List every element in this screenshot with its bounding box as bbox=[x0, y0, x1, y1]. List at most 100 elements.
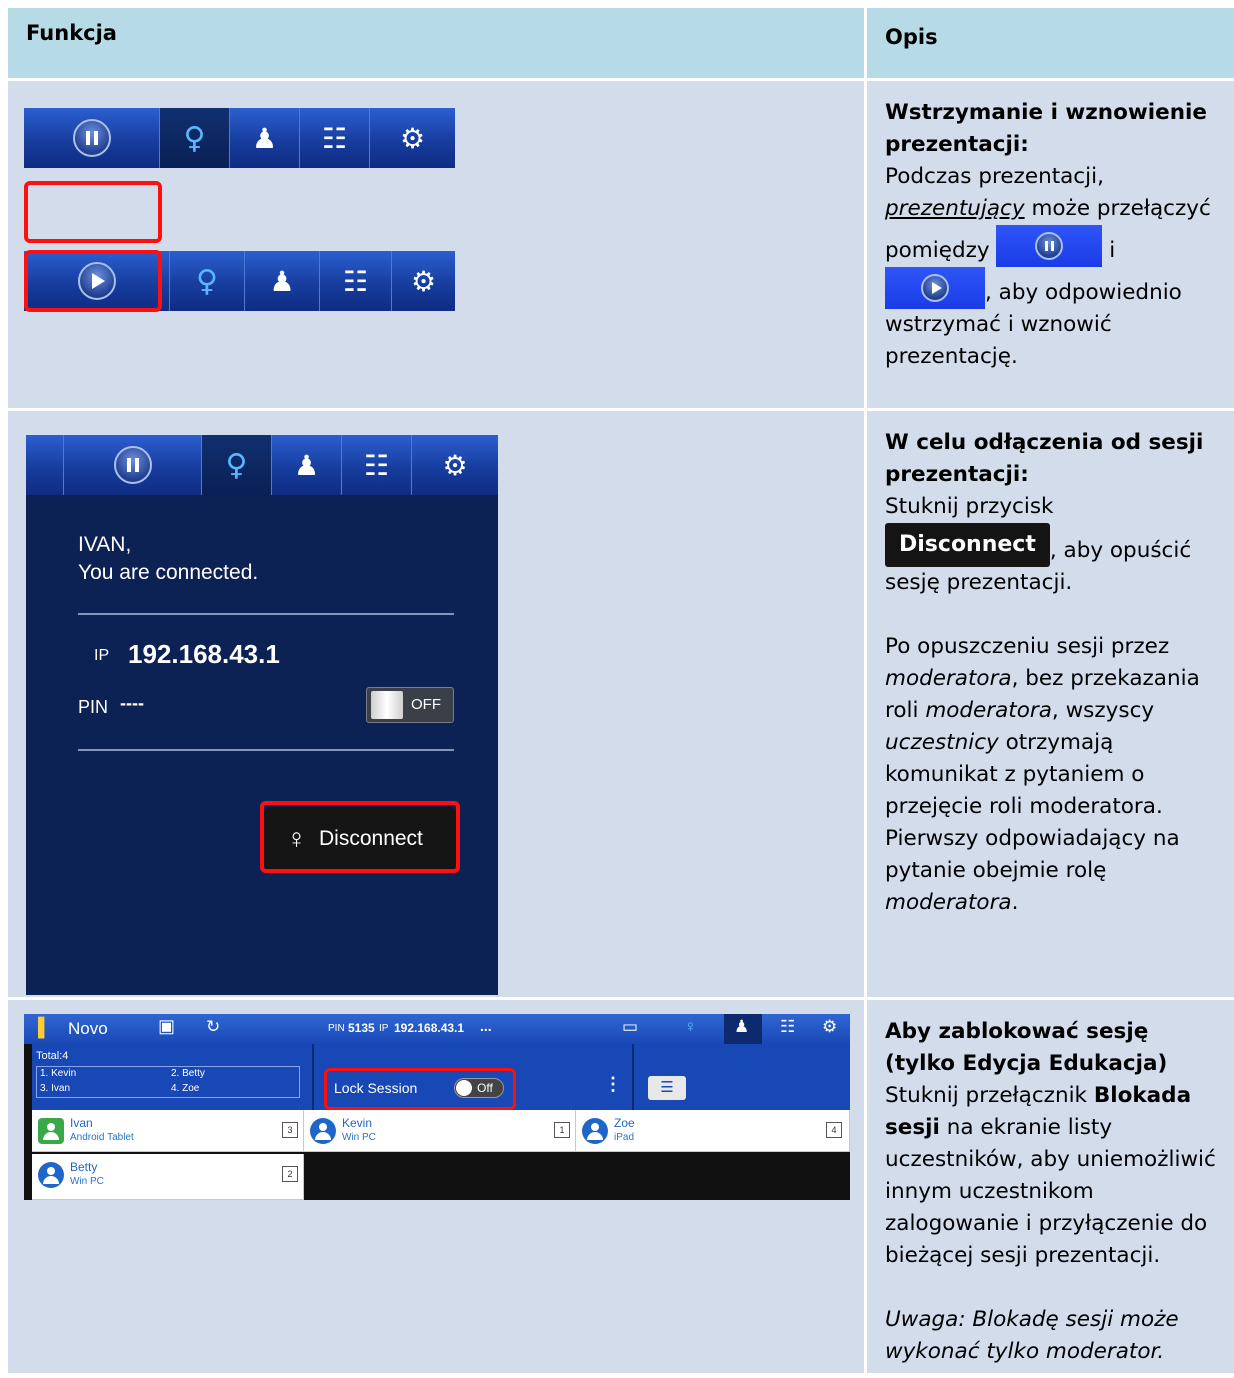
users-icon: ♟ bbox=[251, 121, 278, 155]
refresh-icon[interactable]: ↻ bbox=[206, 1017, 220, 1037]
presentation-slot-icon[interactable]: 2 bbox=[282, 1166, 298, 1182]
ip-value: 192.168.43.1 bbox=[394, 1021, 465, 1035]
ip-label: IP bbox=[94, 647, 110, 664]
connection-panel: ♀ ♟ ☷ ⚙ IVAN, You are connected. IP 192.… bbox=[26, 435, 498, 995]
toggle-knob bbox=[371, 691, 403, 719]
users-icon: ♟ bbox=[269, 264, 295, 298]
p2-a: Po opuszczeniu sesji przez bbox=[885, 634, 1170, 659]
row1-text-b: prezentujący bbox=[885, 196, 1025, 221]
inline-disconnect-button: Disconnect bbox=[885, 523, 1050, 567]
link-icon: ♀ bbox=[183, 120, 206, 156]
grid-icon: ☷ bbox=[321, 121, 348, 155]
pin-toggle[interactable]: OFF bbox=[366, 687, 454, 723]
total-count: Total:4 bbox=[36, 1050, 69, 1062]
pause-button[interactable] bbox=[24, 108, 160, 168]
users-icon: ♟ bbox=[293, 448, 320, 482]
gear-icon: ⚙ bbox=[399, 121, 426, 155]
grid-icon[interactable]: ☷ bbox=[780, 1017, 795, 1037]
settings-tab[interactable]: ⚙ bbox=[370, 108, 455, 168]
participant-row[interactable]: Zoe iPad 4 bbox=[576, 1110, 850, 1152]
pause-icon bbox=[126, 458, 139, 472]
android-avatar-icon bbox=[38, 1118, 64, 1144]
user-avatar-icon bbox=[310, 1118, 336, 1144]
p2-b: moderatora bbox=[885, 666, 1012, 691]
participant-name: Kevin bbox=[342, 1116, 373, 1130]
divider bbox=[632, 1044, 634, 1110]
screen-share-icon[interactable]: ▣ bbox=[158, 1016, 175, 1037]
ip-label: IP bbox=[379, 1023, 389, 1034]
users-tab[interactable]: ♟ bbox=[230, 108, 300, 168]
row3-title: Aby zablokować sesję (tylko Edycja Eduka… bbox=[885, 1019, 1168, 1076]
order-item: 3. Ivan bbox=[40, 1083, 71, 1094]
row2-paragraph: Po opuszczeniu sesji przez moderatora, b… bbox=[885, 631, 1222, 919]
divider bbox=[78, 749, 454, 751]
users-icon: ♟ bbox=[734, 1017, 750, 1036]
row1-text-d: i bbox=[1102, 238, 1116, 263]
participant-name: Betty bbox=[70, 1160, 98, 1174]
table-row: ▌ Novo ▣ ↻ PIN 5135 IP 192.168.43.1 ... … bbox=[8, 1000, 1234, 1373]
link-icon: ♀ bbox=[196, 263, 218, 299]
presentation-slot-icon[interactable]: 1 bbox=[554, 1122, 570, 1138]
participant-row[interactable]: Kevin Win PC 1 bbox=[304, 1110, 576, 1152]
highlight-lock-session bbox=[324, 1068, 516, 1110]
feature-table: Funkcja Opis ♀ ♟ ☷ ⚙ ♀ ♟ ☷ ⚙ Wstrzymanie… bbox=[8, 8, 1234, 1373]
table-header: Funkcja Opis bbox=[8, 8, 1234, 78]
settings-tab[interactable]: ⚙ bbox=[412, 435, 498, 495]
grid-tab[interactable]: ☷ bbox=[320, 251, 392, 311]
row2-feature-cell: ♀ ♟ ☷ ⚙ IVAN, You are connected. IP 192.… bbox=[8, 411, 864, 997]
participant-device: Win PC bbox=[70, 1176, 104, 1187]
participant-device: Win PC bbox=[342, 1132, 376, 1143]
row1-text: Podczas prezentacji, prezentujący może p… bbox=[885, 161, 1222, 373]
display-icon[interactable]: ▭ bbox=[622, 1017, 638, 1037]
kebab-menu-icon[interactable]: ⋮ bbox=[604, 1074, 622, 1095]
user-avatar-icon bbox=[38, 1162, 64, 1188]
pin-label: PIN bbox=[78, 697, 109, 717]
link-icon[interactable]: ♀ bbox=[684, 1017, 697, 1037]
users-tab[interactable]: ♟ bbox=[272, 435, 342, 495]
novo-logo-icon: ▌ bbox=[38, 1017, 51, 1037]
gear-icon[interactable]: ⚙ bbox=[822, 1017, 837, 1037]
row3-text-a: Stuknij przełącznik bbox=[885, 1083, 1094, 1108]
novo-screen: ▌ Novo ▣ ↻ PIN 5135 IP 192.168.43.1 ... … bbox=[24, 1014, 850, 1200]
table-row: ♀ ♟ ☷ ⚙ ♀ ♟ ☷ ⚙ Wstrzymanie i wznowienie… bbox=[8, 81, 1234, 408]
p2-e: , wszyscy bbox=[1051, 698, 1155, 723]
grid-tab[interactable]: ☷ bbox=[300, 108, 370, 168]
row3-text: Stuknij przełącznik Blokada sesji na ekr… bbox=[885, 1080, 1222, 1272]
settings-tab[interactable]: ⚙ bbox=[392, 251, 455, 311]
pause-button[interactable] bbox=[64, 435, 202, 495]
row3-note: Uwaga: Blokadę sesji może wykonać tylko … bbox=[885, 1307, 1179, 1364]
pin-value: ---- bbox=[120, 693, 144, 713]
participant-name: Ivan bbox=[70, 1116, 93, 1130]
users-tab[interactable]: ♟ bbox=[245, 251, 320, 311]
highlight-pause bbox=[24, 181, 162, 243]
participant-row[interactable]: Ivan Android Tablet 3 bbox=[32, 1110, 304, 1152]
link-tab[interactable]: ♀ bbox=[202, 435, 272, 495]
row2-description: W celu odłączenia od sesji prezentacji: … bbox=[867, 411, 1234, 997]
ip-value: 192.168.43.1 bbox=[128, 639, 280, 669]
participant-device: Android Tablet bbox=[70, 1132, 134, 1143]
grid-tab[interactable]: ☷ bbox=[342, 435, 412, 495]
row2-title: W celu odłączenia od sesji prezentacji: bbox=[885, 430, 1204, 487]
panel-toolbar: ♀ ♟ ☷ ⚙ bbox=[26, 435, 498, 495]
highlight-play bbox=[24, 250, 162, 312]
toggle-label: OFF bbox=[411, 696, 441, 713]
participant-row[interactable]: Betty Win PC 2 bbox=[32, 1154, 304, 1200]
list-view-icon[interactable]: ☰ bbox=[648, 1076, 686, 1100]
gear-icon: ⚙ bbox=[410, 264, 437, 298]
link-tab[interactable]: ♀ bbox=[160, 108, 230, 168]
p2-f: uczestnicy bbox=[885, 730, 999, 755]
link-tab[interactable]: ♀ bbox=[170, 251, 245, 311]
user-avatar-icon bbox=[582, 1118, 608, 1144]
inline-play-button bbox=[885, 267, 985, 309]
user-name: IVAN, bbox=[78, 533, 132, 556]
presentation-slot-icon[interactable]: 4 bbox=[826, 1122, 842, 1138]
p2-d: moderatora bbox=[925, 698, 1052, 723]
app-title: Novo bbox=[68, 1019, 108, 1038]
header-description: Opis bbox=[867, 8, 1234, 78]
pin-value: 5135 bbox=[348, 1021, 375, 1035]
row1-title: Wstrzymanie i wznowienie prezentacji: bbox=[885, 100, 1207, 157]
presentation-slot-icon[interactable]: 3 bbox=[282, 1122, 298, 1138]
row3-description: Aby zablokować sesję (tylko Edycja Eduka… bbox=[867, 1000, 1234, 1373]
more-button[interactable]: ... bbox=[480, 1018, 492, 1034]
participant-name: Zoe bbox=[614, 1116, 635, 1130]
